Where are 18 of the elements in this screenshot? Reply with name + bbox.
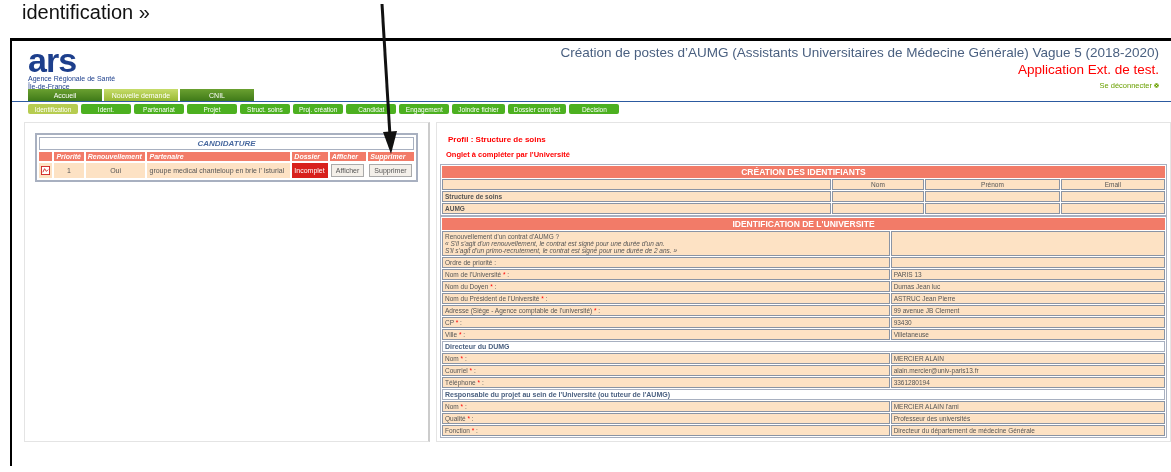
input-field[interactable] (831, 203, 925, 214)
input-field[interactable] (1060, 191, 1165, 202)
input-field[interactable] (890, 257, 1165, 268)
section-band: IDENTIFICATION DE L'UNIVERSITE (442, 218, 1165, 230)
app-title: Création de postes d’AUMG (Assistants Universitaires de Médecine Générale) Vague 5 (2018-2020) (560, 45, 1159, 60)
input-field[interactable] (890, 231, 1165, 256)
caption-text: identification » (22, 1, 150, 23)
app-subtitle: Application Ext. de test. (1017, 62, 1159, 77)
input-field[interactable] (925, 191, 1060, 202)
input-field[interactable] (1060, 203, 1165, 214)
input-field[interactable] (831, 191, 925, 202)
input-field[interactable] (925, 203, 1060, 214)
table-title: CANDIDATURE (39, 137, 414, 150)
profile-title: Profil : Structure de soins (447, 134, 547, 146)
document-icon[interactable] (41, 166, 50, 175)
close-icon (1154, 83, 1159, 88)
header-cell (39, 152, 53, 161)
section-band: CRÉATION DES IDENTIFIANTS (442, 166, 1165, 178)
